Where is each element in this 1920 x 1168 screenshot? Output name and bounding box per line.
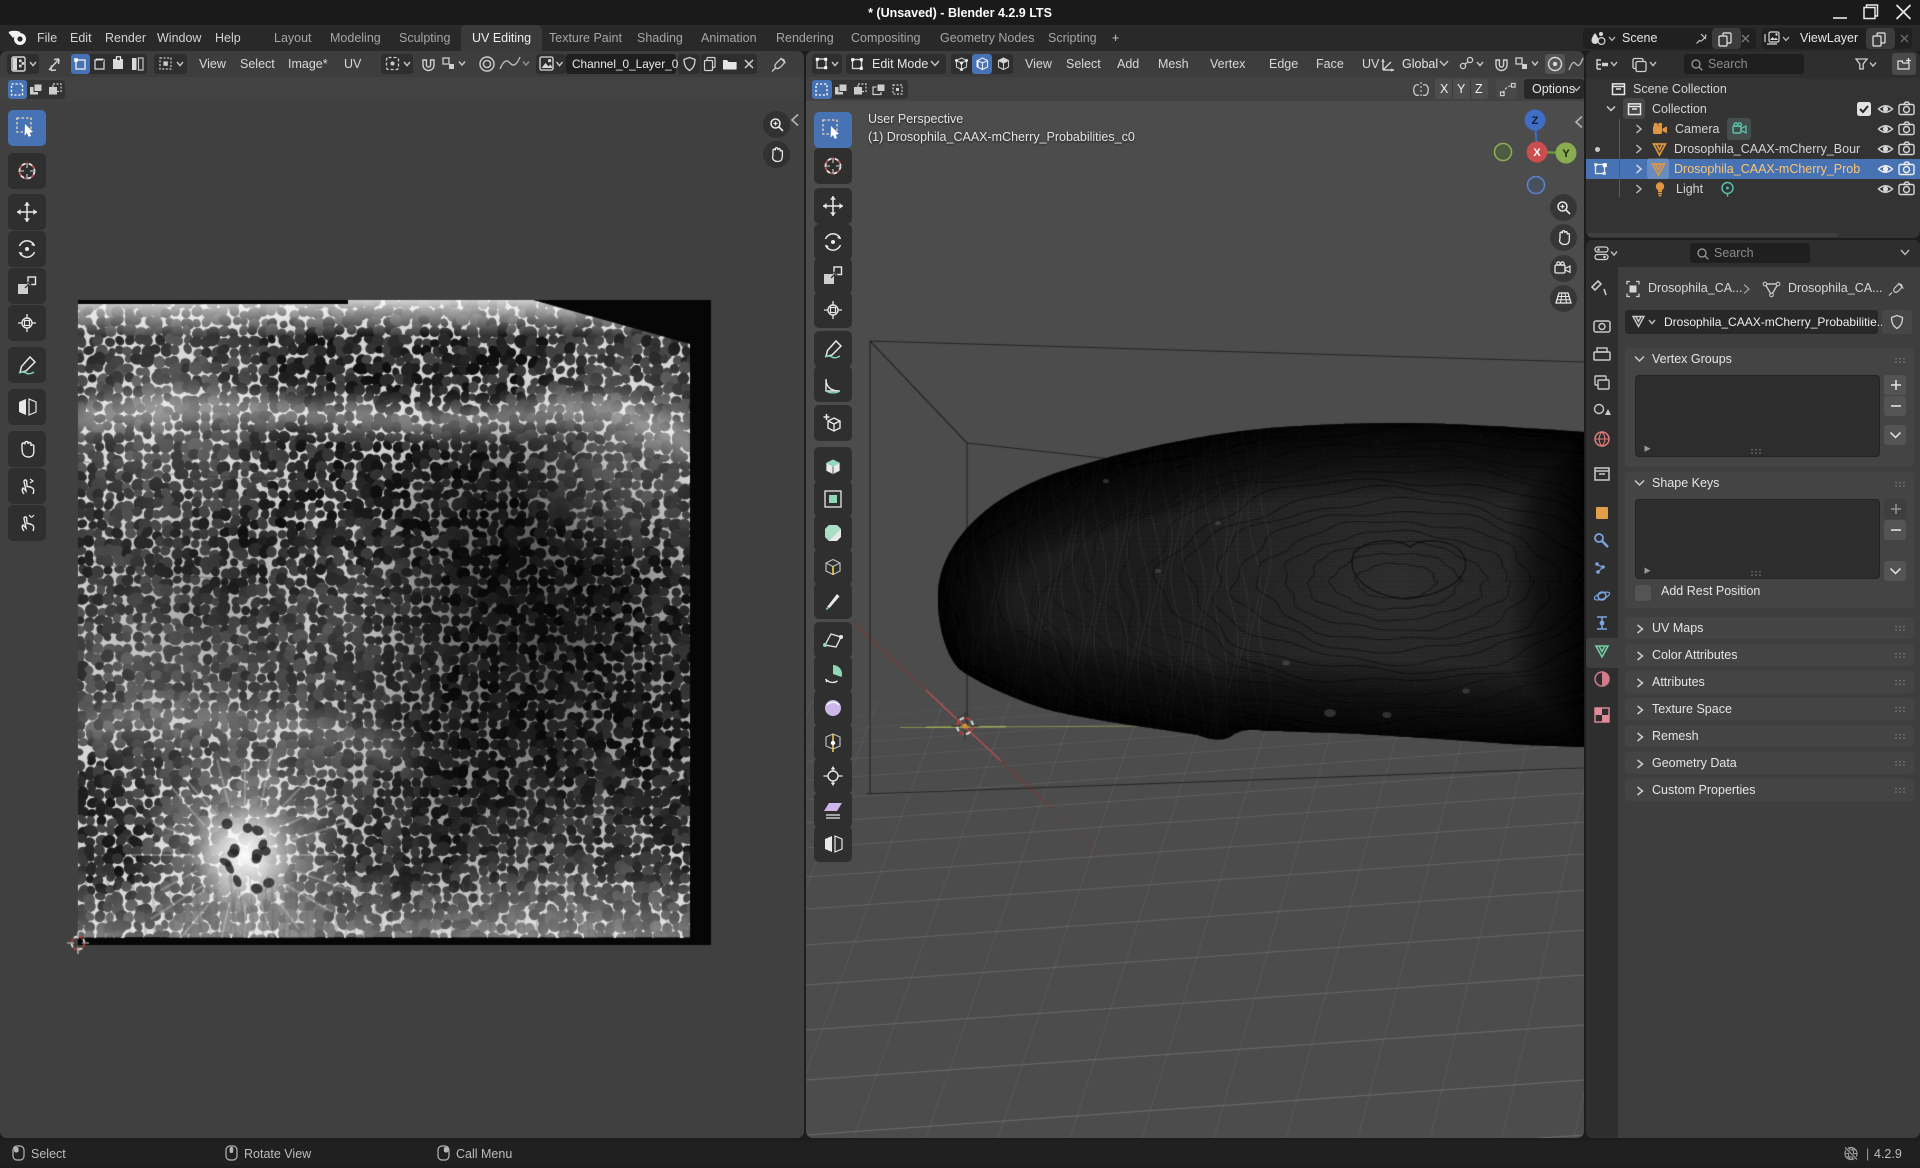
svg-text:X: X (1533, 147, 1541, 159)
svg-text:Z: Z (1532, 115, 1539, 127)
svg-text:Y: Y (1562, 148, 1570, 160)
